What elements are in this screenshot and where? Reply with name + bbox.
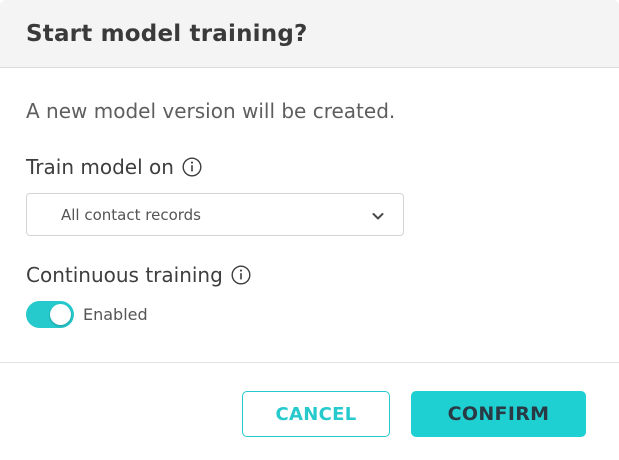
dialog-header: Start model training?: [0, 0, 619, 68]
continuous-training-label: Continuous training: [26, 263, 223, 287]
dialog-description: A new model version will be created.: [26, 99, 396, 123]
train-model-on-select[interactable]: All contact records: [26, 193, 404, 236]
info-circle-icon[interactable]: [182, 157, 202, 177]
train-model-on-label-row: Train model on: [26, 155, 593, 179]
train-model-on-selected-value: All contact records: [61, 205, 201, 224]
toggle-status-text: Enabled: [83, 305, 148, 324]
chevron-down-icon: [371, 208, 385, 222]
dialog-body: A new model version will be created. Tra…: [0, 99, 619, 328]
info-circle-icon[interactable]: [231, 265, 251, 285]
toggle-knob: [50, 304, 71, 325]
train-model-on-label: Train model on: [26, 155, 174, 179]
continuous-training-label-row: Continuous training: [26, 263, 593, 287]
confirm-button[interactable]: CONFIRM: [411, 391, 586, 437]
dialog-footer: CANCEL CONFIRM: [0, 362, 619, 460]
continuous-training-toggle[interactable]: [26, 301, 74, 328]
dialog-title: Start model training?: [26, 20, 308, 47]
cancel-button[interactable]: CANCEL: [242, 391, 390, 437]
continuous-training-toggle-row: Enabled: [26, 301, 593, 328]
start-training-dialog: Start model training? A new model versio…: [0, 0, 619, 460]
